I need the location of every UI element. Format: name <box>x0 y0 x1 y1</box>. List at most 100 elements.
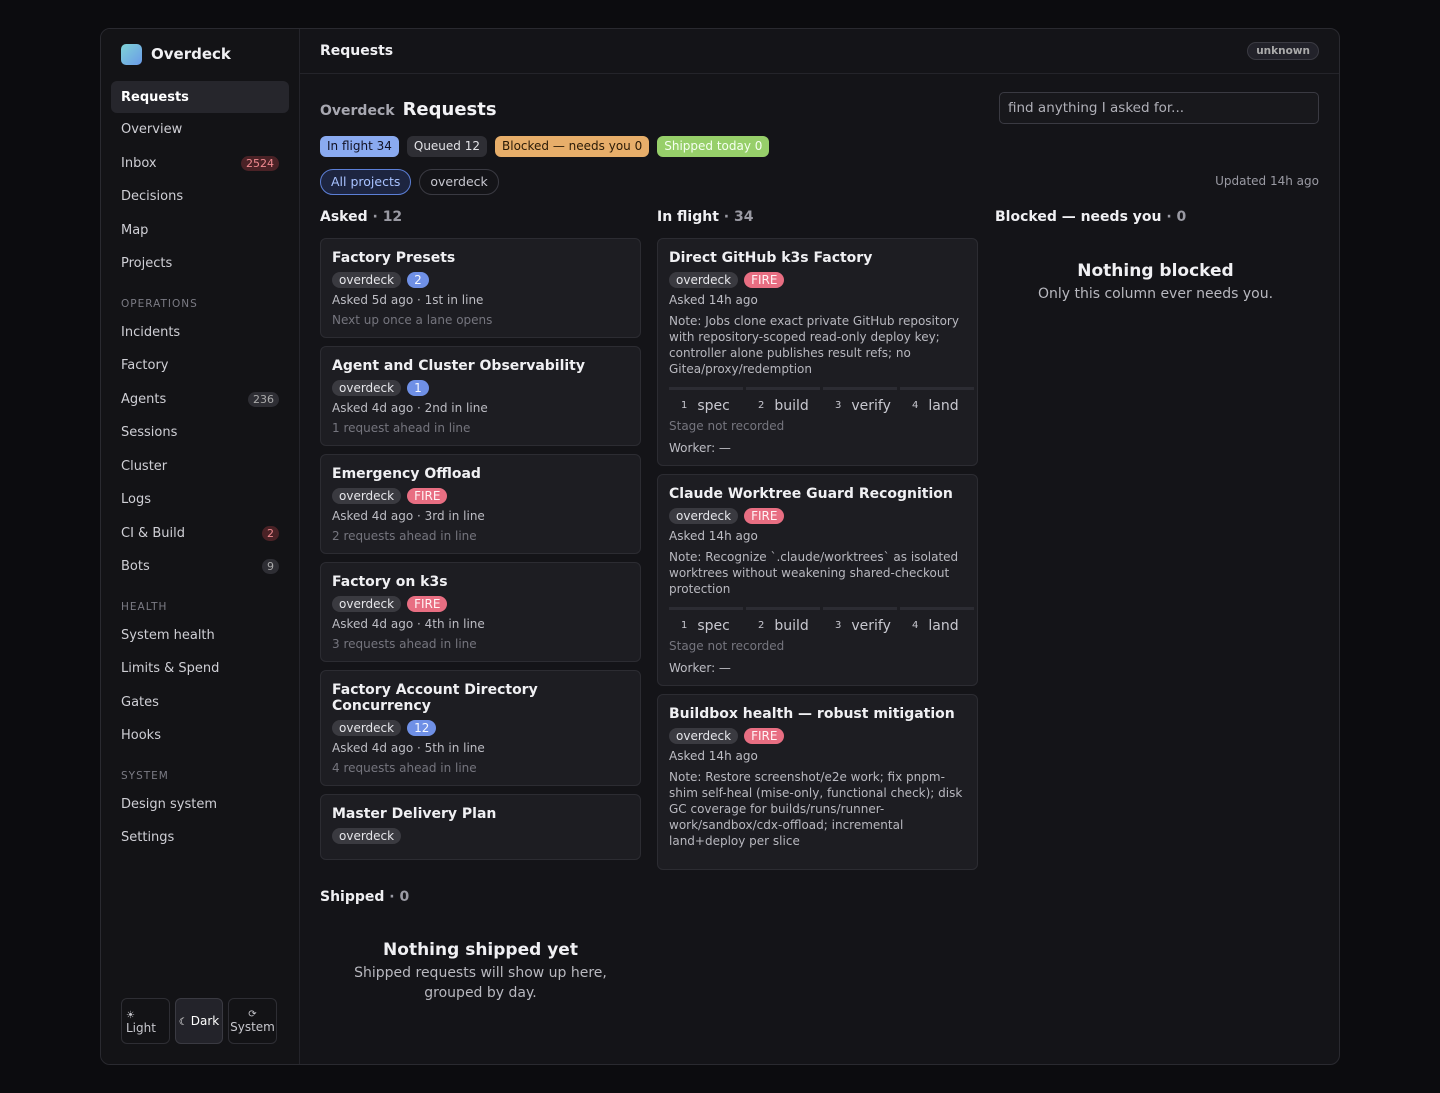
sidebar-item-sessions[interactable]: Sessions <box>111 416 289 450</box>
stage-build: 2 build <box>746 607 820 635</box>
column-title: Asked <box>320 209 368 225</box>
project-tag: overdeck <box>669 508 739 524</box>
request-card[interactable]: Emergency Offload overdeck FIRE Asked 4d ag… <box>320 454 641 554</box>
sidebar-item-label: CI & Build <box>121 525 185 541</box>
request-card[interactable]: Buildbox health — robust mitigation overd… <box>657 694 978 870</box>
priority-badge: 12 <box>407 720 437 736</box>
column-in-flight: In flight · 34 Direct GitHub k3s Factory… <box>657 209 978 870</box>
theme-label: System <box>230 1019 275 1034</box>
worker-label: Worker: — <box>669 441 731 455</box>
breadcrumb[interactable]: Overdeck <box>320 103 395 119</box>
sidebar: Overdeck Requests Overview Inbox 2524 Decisi… <box>101 29 300 1064</box>
app-logo-icon <box>121 43 142 65</box>
sidebar-nav: Requests Overview Inbox 2524 Decisions Map Pro… <box>111 81 289 855</box>
sidebar-item-label: Design system <box>121 796 218 812</box>
filter-chip[interactable]: overdeck <box>419 169 499 195</box>
sidebar-item-hooks[interactable]: Hooks <box>111 719 289 753</box>
column-count: · 12 <box>372 209 403 225</box>
sidebar-item-map[interactable]: Map <box>111 214 289 248</box>
filter-chip[interactable]: All projects <box>320 169 412 195</box>
stage-build: 2 build <box>746 387 820 415</box>
column-cards[interactable]: Direct GitHub k3s Factory overdeck FIRE Ask… <box>657 238 978 877</box>
queue-status: 2 requests ahead in line <box>332 529 477 543</box>
column-header: Asked · 12 <box>320 209 641 231</box>
fire-priority-badge: FIRE <box>744 728 785 744</box>
stage-progress: 1 spec 2 build 3 verify 4 land <box>669 607 977 635</box>
column-cards[interactable]: Factory Presets overdeck 2 Asked 5d ago · 1… <box>320 238 641 877</box>
summary-pill[interactable]: Blocked — needs you 0 <box>495 136 650 157</box>
empty-subtitle: Only this column ever needs you. <box>1037 286 1274 302</box>
brand[interactable]: Overdeck <box>121 41 289 67</box>
sidebar-item-incidents[interactable]: Incidents <box>111 316 289 350</box>
column-count: · 34 <box>723 209 754 225</box>
sidebar-item-agents[interactable]: Agents 236 <box>111 383 289 417</box>
sidebar-item-label: System health <box>121 627 215 643</box>
sidebar-item-bots[interactable]: Bots 9 <box>111 550 289 584</box>
summary-pill[interactable]: Queued 12 <box>406 136 487 157</box>
fire-priority-badge: FIRE <box>744 508 785 524</box>
stage-number: 1 <box>681 400 688 411</box>
sidebar-item-overview[interactable]: Overview <box>111 113 289 147</box>
stage-label: land <box>928 397 959 414</box>
sidebar-item-logs[interactable]: Logs <box>111 483 289 517</box>
request-card[interactable]: Agent and Cluster Observability overdeck 1… <box>320 346 641 446</box>
stage-verify: 3 verify <box>823 387 897 415</box>
sidebar-item-label: Inbox <box>121 155 157 171</box>
sun-icon: ☀ <box>126 1010 135 1021</box>
sidebar-item-ci-build[interactable]: CI & Build 2 <box>111 517 289 551</box>
search-input[interactable] <box>999 92 1319 124</box>
summary-pill[interactable]: Shipped today 0 <box>657 136 770 157</box>
topbar-title: Requests <box>320 43 394 59</box>
sidebar-item-label: Requests <box>121 89 189 105</box>
count-badge: 2524 <box>241 155 279 171</box>
theme-label: Dark <box>190 1014 220 1028</box>
stage-label: verify <box>851 617 891 634</box>
project-tag: overdeck <box>332 720 402 736</box>
request-card[interactable]: Factory Presets overdeck 2 Asked 5d ago · 1… <box>320 238 641 338</box>
connection-status-badge: unknown <box>1247 42 1319 60</box>
card-tags: overdeck 1 <box>332 380 629 396</box>
card-meta: Asked 4d ago · 4th in line <box>332 617 485 631</box>
sidebar-item-decisions[interactable]: Decisions <box>111 180 289 214</box>
request-card[interactable]: Direct GitHub k3s Factory overdeck FIRE Ask… <box>657 238 978 466</box>
sidebar-item-settings[interactable]: Settings <box>111 821 289 855</box>
sidebar-item-gates[interactable]: Gates <box>111 686 289 720</box>
request-card[interactable]: Factory on k3s overdeck FIRE Asked 4d ago ·… <box>320 562 641 662</box>
queue-status: 4 requests ahead in line <box>332 761 477 775</box>
sidebar-item-projects[interactable]: Projects <box>111 247 289 281</box>
sidebar-item-factory[interactable]: Factory <box>111 349 289 383</box>
request-card[interactable]: Claude Worktree Guard Recognition overdec… <box>657 474 978 686</box>
sidebar-item-limits-spend[interactable]: Limits & Spend <box>111 652 289 686</box>
card-tags: overdeck FIRE <box>669 508 966 524</box>
sidebar-item-label: Logs <box>121 492 151 508</box>
theme-label: Light <box>126 1021 156 1035</box>
stage-number: 2 <box>758 400 765 411</box>
column-asked: Asked · 12 Factory Presets overdeck 2 Asked… <box>320 209 641 860</box>
summary-pill[interactable]: In flight 34 <box>320 136 399 157</box>
card-meta: Asked 14h ago <box>669 529 758 543</box>
theme-system-button[interactable]: ⟳ System <box>228 998 277 1044</box>
sidebar-item-system-health[interactable]: System health <box>111 619 289 653</box>
sidebar-item-label: Bots <box>121 559 150 575</box>
sidebar-item-inbox[interactable]: Inbox 2524 <box>111 147 289 181</box>
request-card[interactable]: Factory Account Directory Concurrency ove… <box>320 670 641 786</box>
sidebar-item-label: Factory <box>121 358 169 374</box>
theme-dark-button[interactable]: ☾ Dark <box>175 998 223 1044</box>
card-meta: Asked 4d ago · 2nd in line <box>332 401 488 415</box>
stage-label: spec <box>697 617 730 634</box>
card-tags: overdeck FIRE <box>332 596 629 612</box>
empty-title: Nothing blocked <box>1077 261 1234 281</box>
card-title: Claude Worktree Guard Recognition <box>669 486 953 502</box>
sidebar-item-design-system[interactable]: Design system <box>111 788 289 822</box>
sidebar-section-title: SYSTEM <box>121 769 169 782</box>
page-title: Requests <box>402 99 497 120</box>
count-badge: 236 <box>248 391 279 407</box>
moon-icon: ☾ <box>178 1017 188 1028</box>
sidebar-item-cluster[interactable]: Cluster <box>111 450 289 484</box>
column-count: · 0 <box>1166 209 1187 225</box>
request-card[interactable]: Master Delivery Plan overdeck <box>320 794 641 860</box>
card-tags: overdeck 12 <box>332 720 629 736</box>
theme-light-button[interactable]: ☀Light <box>121 998 170 1044</box>
sidebar-item-requests[interactable]: Requests <box>111 81 289 113</box>
card-title: Agent and Cluster Observability <box>332 358 585 374</box>
